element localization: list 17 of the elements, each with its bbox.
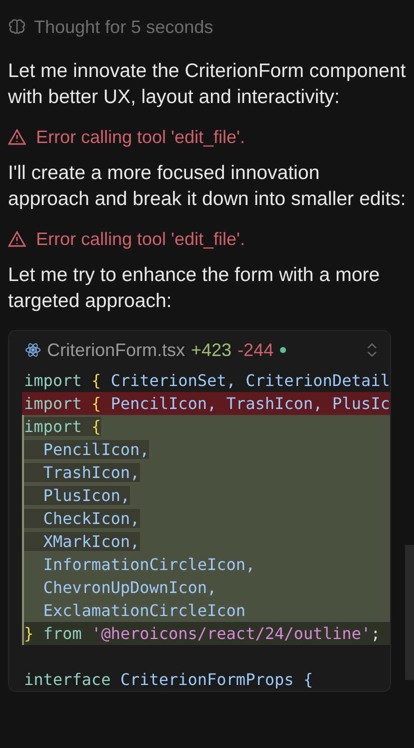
warning-icon bbox=[8, 129, 26, 145]
message-text: Let me try to enhance the form with a more targeted approach: bbox=[8, 263, 381, 314]
error-message: Error calling tool 'edit_file'. bbox=[36, 126, 245, 148]
status-dot bbox=[280, 347, 286, 353]
message-text: I'll create a more focused innovation approach and break it down into smaller edits: bbox=[8, 161, 406, 212]
expand-collapse-icon[interactable] bbox=[366, 341, 378, 359]
thought-label[interactable]: Thought for 5 seconds bbox=[34, 16, 214, 38]
file-name[interactable]: CriterionForm.tsx bbox=[47, 340, 186, 360]
removed-count: -244 bbox=[238, 340, 274, 360]
code-line: import { CriterionSet, CriterionDetail bbox=[23, 370, 390, 392]
added-count: +423 bbox=[191, 340, 232, 360]
warning-icon bbox=[8, 231, 26, 247]
code-line: interface CriterionFormProps { bbox=[23, 669, 314, 691]
message-text: Let me innovate the CriterionForm component with better UX, layout and interactivity: bbox=[8, 59, 406, 110]
brain-icon bbox=[8, 19, 26, 35]
atom-icon bbox=[25, 342, 41, 358]
error-message: Error calling tool 'edit_file'. bbox=[36, 228, 245, 250]
